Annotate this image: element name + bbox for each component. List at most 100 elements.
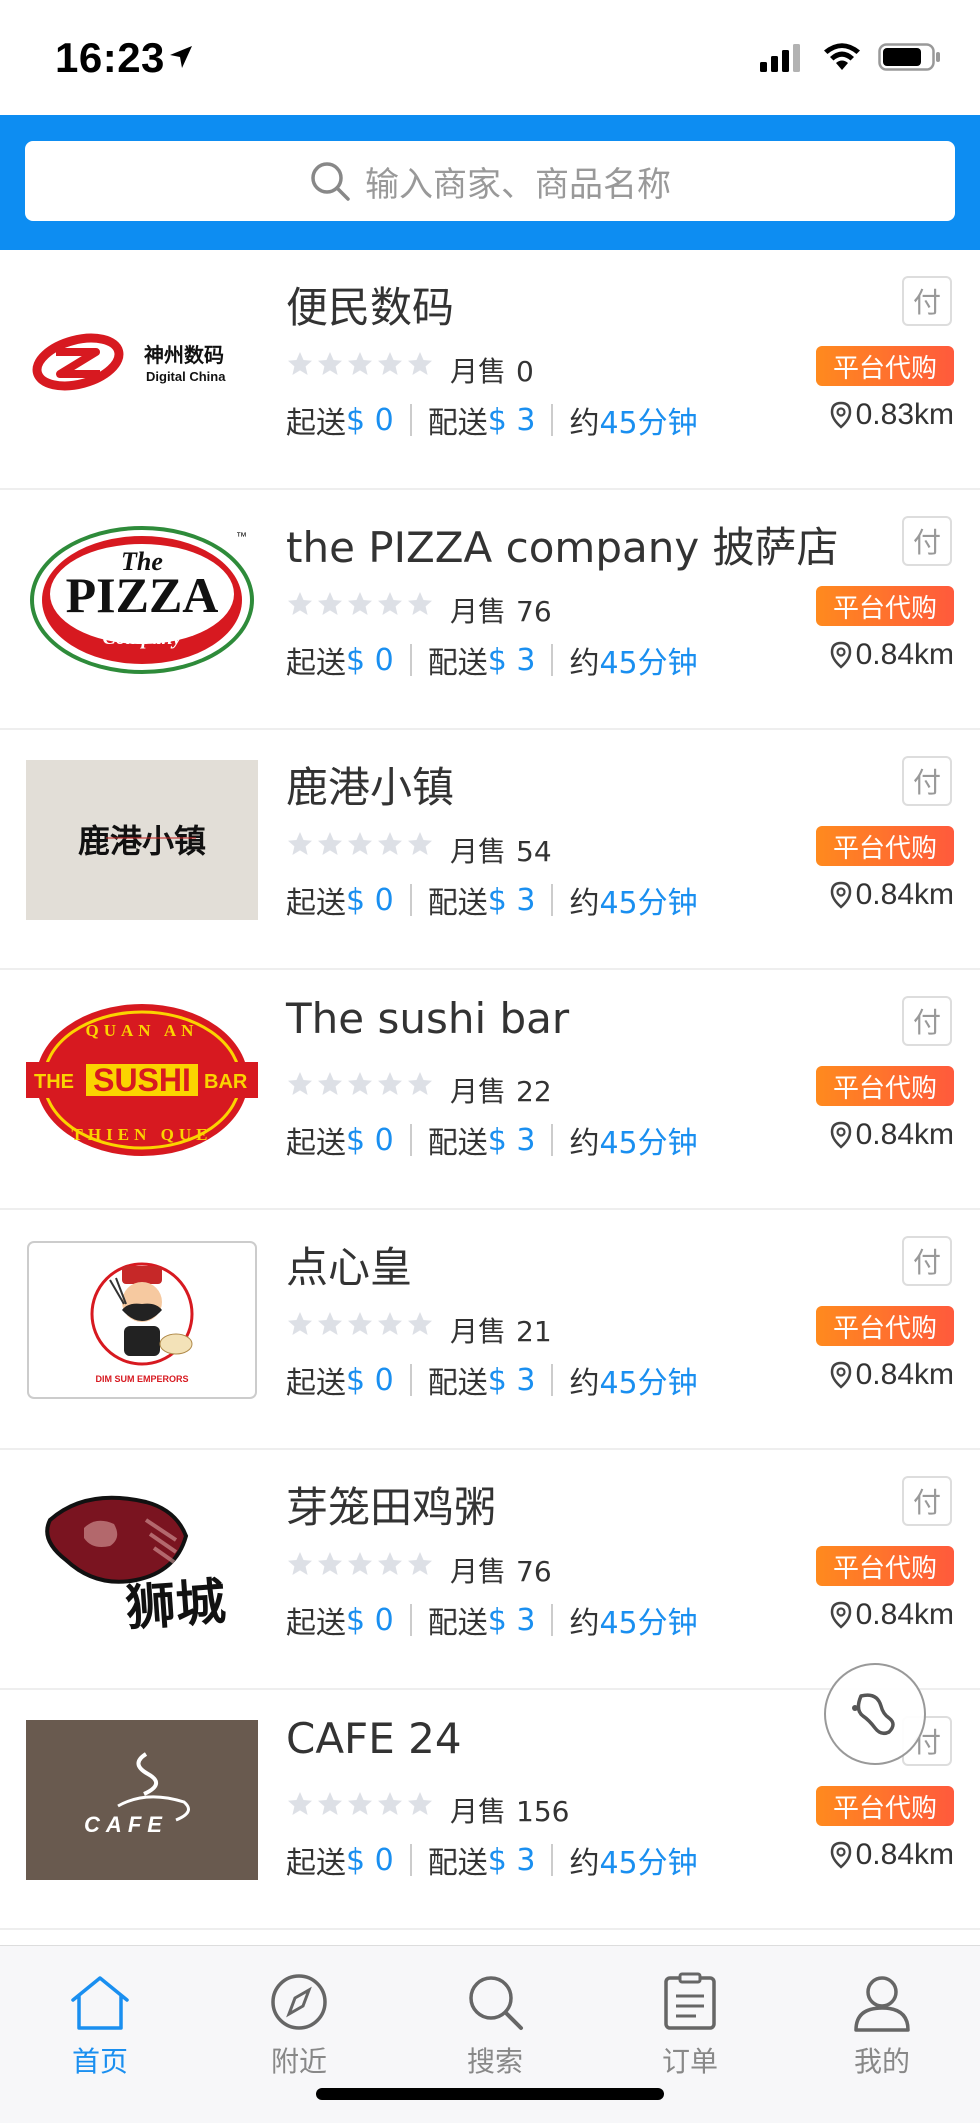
star-icon	[378, 592, 402, 615]
eta-label: 约	[569, 646, 600, 681]
store-row[interactable]: The PIZZA Company ™ the PIZZA company 披萨…	[0, 490, 980, 730]
tab-search[interactable]: 搜索	[435, 1968, 555, 2080]
star-icon	[348, 352, 372, 375]
delivery-fee-label: 配送	[427, 1126, 488, 1161]
distance-value: 0.84km	[855, 1838, 954, 1871]
star-icon	[288, 1552, 312, 1575]
tab-compass[interactable]: 附近	[239, 1968, 359, 2080]
tab-home[interactable]: 首页	[40, 1968, 160, 2080]
monthly-sales: 月售 76	[450, 590, 552, 630]
svg-text:SUSHI: SUSHI	[93, 1062, 191, 1098]
delivery-fee-value: $ 3	[487, 1362, 536, 1398]
pay-badge: 付	[902, 1476, 952, 1526]
store-name: 便民数码	[286, 283, 455, 332]
monthly-sales-value: 54	[516, 835, 552, 868]
delivery-fee-value: $ 3	[487, 882, 536, 918]
eta-label: 约	[569, 1846, 600, 1881]
store-row[interactable]: DIM SUM EMPERORS 点心皇 月售 21 起送 $ 0 配送 $ 3 约4…	[0, 1210, 980, 1450]
distance-value: 0.83km	[855, 398, 954, 431]
tab-label: 订单	[661, 2045, 718, 2078]
svg-text:THIEN QUE: THIEN QUE	[72, 1125, 213, 1144]
star-icon	[318, 1072, 342, 1095]
min-order-value: $ 0	[346, 1122, 394, 1158]
eta-value: 45分钟	[599, 406, 698, 441]
eta-value: 45分钟	[599, 1846, 698, 1881]
delivery-info: 起送 $ 0 配送 $ 3 约 45分钟	[286, 1118, 698, 1162]
svg-text:鹿港小镇: 鹿港小镇	[78, 822, 206, 860]
tab-order-list[interactable]: 订单	[630, 1968, 750, 2080]
monthly-sales: 月售 0	[450, 350, 534, 390]
star-icon	[408, 592, 432, 615]
store-name: The sushi bar	[286, 994, 570, 1043]
search-header: 输入商家、商品名称	[0, 115, 980, 250]
star-icon	[318, 592, 342, 615]
svg-text:PIZZA: PIZZA	[66, 567, 219, 623]
star-icon	[318, 832, 342, 855]
min-order-label: 起送	[286, 1846, 346, 1881]
eta-label: 约	[569, 1606, 600, 1641]
eta-label: 约	[569, 1126, 600, 1161]
monthly-sales-label: 月售	[450, 355, 507, 388]
star-icon	[318, 352, 342, 375]
min-order-label: 起送	[286, 406, 346, 441]
star-icon	[378, 832, 402, 855]
order-list-icon	[662, 1968, 718, 2032]
rating-stars	[286, 1070, 434, 1098]
min-order-value: $ 0	[346, 1602, 394, 1638]
delivery-fee-value: $ 3	[487, 1602, 536, 1638]
divider	[551, 404, 554, 436]
monthly-sales-label: 月售	[450, 595, 507, 628]
eta-label: 约	[569, 886, 600, 921]
svg-text:神州数码: 神州数码	[144, 343, 224, 367]
min-order-value: $ 0	[346, 882, 394, 918]
footprint-float-button[interactable]	[824, 1663, 926, 1765]
platform-agent-badge: 平台代购	[816, 1306, 954, 1346]
store-logo: The PIZZA Company ™	[26, 520, 258, 680]
svg-text:Company: Company	[103, 627, 182, 649]
distance: 0.83km	[830, 398, 954, 432]
monthly-sales: 月售 54	[450, 830, 552, 870]
delivery-info: 起送 $ 0 配送 $ 3 约 45分钟	[286, 1838, 698, 1882]
platform-agent-badge: 平台代购	[816, 1066, 954, 1106]
pay-badge: 付	[902, 516, 952, 566]
divider	[551, 1364, 554, 1396]
search-icon	[465, 1968, 525, 2032]
distance: 0.84km	[830, 1838, 954, 1872]
monthly-sales-label: 月售	[450, 835, 507, 868]
store-row[interactable]: 鹿港小镇 鹿港小镇 月售 54 起送 $ 0 配送 $ 3 约 45分钟 付 平台代购 …	[0, 730, 980, 970]
wifi-icon	[824, 43, 860, 70]
svg-text:QUAN AN: QUAN AN	[86, 1021, 199, 1040]
tab-user[interactable]: 我的	[822, 1968, 942, 2080]
star-icon	[378, 1792, 402, 1815]
monthly-sales-value: 21	[516, 1315, 552, 1348]
search-input[interactable]: 输入商家、商品名称	[25, 141, 955, 221]
eta-label: 约	[569, 406, 600, 441]
store-row[interactable]: QUAN AN THE SUSHI BAR THIEN QUE The sush…	[0, 970, 980, 1210]
location-pin-icon	[830, 401, 851, 429]
store-row[interactable]: 狮城 芽笼田鸡粥 月售 76 起送 $ 0 配送 $ 3 约 45分钟 付 平台代购 0…	[0, 1450, 980, 1690]
pay-badge: 付	[902, 756, 952, 806]
min-order-label: 起送	[286, 646, 346, 681]
monthly-sales-value: 0	[516, 355, 534, 388]
pay-badge: 付	[902, 1236, 952, 1286]
star-icon	[348, 832, 372, 855]
rating-stars	[286, 1310, 434, 1338]
monthly-sales: 月售 156	[450, 1790, 569, 1830]
star-icon	[288, 592, 312, 615]
divider	[551, 1844, 554, 1876]
delivery-fee-value: $ 3	[487, 642, 536, 678]
search-icon	[311, 162, 350, 201]
star-icon	[378, 1312, 402, 1335]
divider	[409, 1124, 412, 1156]
store-name: 点心皇	[286, 1243, 413, 1292]
tab-label: 我的	[853, 2045, 910, 2078]
divider	[409, 1364, 412, 1396]
star-icon	[348, 1072, 372, 1095]
eta-value: 45分钟	[599, 646, 698, 681]
store-row[interactable]: 神州数码 Digital China 便民数码 月售 0 起送 $ 0 配送 $ 3 …	[0, 250, 980, 490]
svg-text:™: ™	[236, 531, 247, 543]
delivery-info: 起送 $ 0 配送 $ 3 约 45分钟	[286, 1598, 698, 1642]
distance: 0.84km	[830, 1598, 954, 1632]
delivery-fee-label: 配送	[427, 646, 488, 681]
svg-text:Digital China: Digital China	[146, 369, 226, 384]
